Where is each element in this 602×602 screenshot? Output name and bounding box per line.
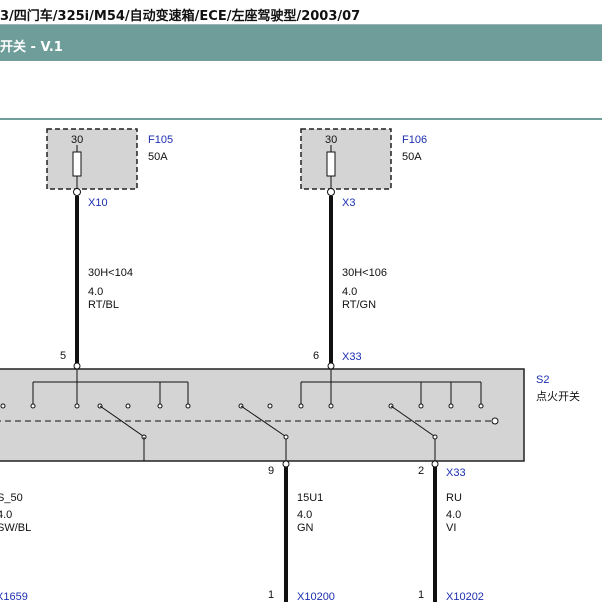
fuse-f105-id: F105 [148,134,173,146]
connector-x10-pin [73,188,81,196]
wire-30h-106-signal: 30H<106 [342,267,387,279]
wire-s50-gauge: 4.0 [0,509,12,521]
fuse-f106-pin: 30 [325,134,337,146]
wire-s50-signal: S_50 [0,492,23,504]
connector-x10-label: X10 [88,197,108,209]
wire-15u1-gauge: 4.0 [297,509,312,521]
connector-x33-top-label: X33 [342,351,362,363]
pin-9-label: 9 [268,465,274,477]
wire-30h-106-color: RT/GN [342,299,376,311]
fuse-f105[interactable]: 30 F105 50A [46,128,173,190]
pin-2-label: 2 [418,465,424,477]
switch-s2-name: 点火开关 [536,389,580,403]
wire-30h-106-gauge: 4.0 [342,286,357,298]
wire-30h-104-gauge: 4.0 [88,286,103,298]
wire-15u1-color: GN [297,522,314,534]
wire-30h-104-signal: 30H<104 [88,267,133,279]
connector-x1659-label: X1659 [0,591,28,602]
fuse-f106[interactable]: 30 F106 50A [300,128,427,190]
fuse-f106-rating: 50A [402,151,422,163]
switch-s2-id: S2 [536,374,549,386]
wire-s50-color: SW/BL [0,522,31,534]
wire-ru-color: VI [446,522,456,534]
end-pin-1-x10202: 1 [418,589,424,601]
wiring-diagram: 30 F105 50A X10 30 F106 50A X3 30H<104 4… [0,128,580,602]
fuse-f106-id: F106 [402,134,427,146]
wire-30h-104-color: RT/BL [88,299,119,311]
pin-5-label: 5 [60,350,66,362]
connector-x33-bottom-label: X33 [446,467,466,479]
end-pin-1-x10200: 1 [268,589,274,601]
connector-x3-pin [327,188,335,196]
wire-ru-signal: RU [446,492,462,504]
fuse-element-icon [72,151,82,177]
wire-ru-gauge: 4.0 [446,509,461,521]
connector-x10200-label: X10200 [297,591,335,602]
connector-x10202-label: X10202 [446,591,484,602]
pin-6-label: 6 [313,350,319,362]
fuse-element-icon [326,151,336,177]
ignition-switch-s2[interactable] [0,362,525,462]
wire-15u1-signal: 15U1 [297,492,323,504]
connector-x3-label: X3 [342,197,355,209]
fuse-f105-pin: 30 [71,134,83,146]
fuse-f105-rating: 50A [148,151,168,163]
